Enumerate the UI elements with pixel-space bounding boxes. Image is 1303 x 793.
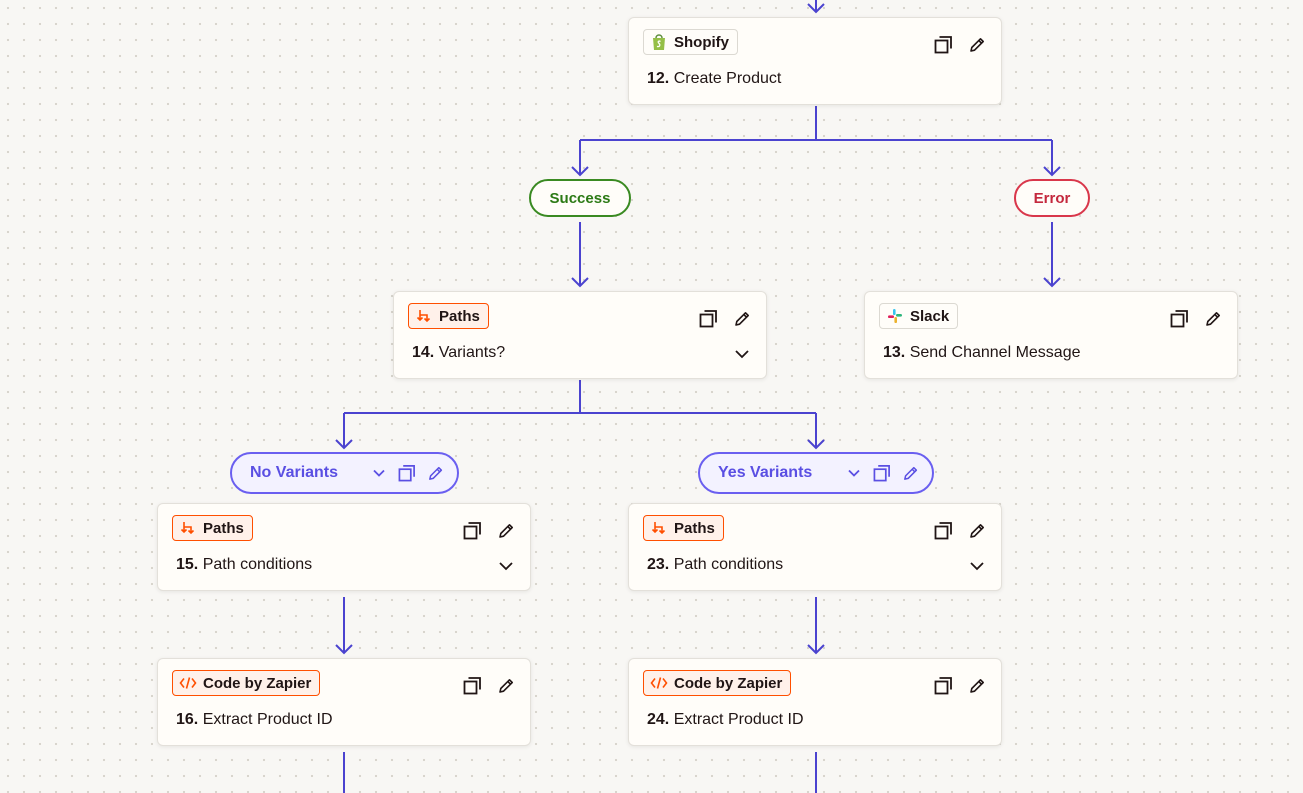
step-title: 13. Send Channel Message bbox=[883, 344, 1081, 361]
chevron-down-icon[interactable] bbox=[844, 463, 864, 483]
edit-icon[interactable] bbox=[966, 34, 987, 55]
app-badge-slack: Slack bbox=[879, 303, 959, 329]
app-name: Paths bbox=[674, 519, 715, 537]
app-name: Shopify bbox=[674, 33, 729, 51]
chevron-down-icon[interactable] bbox=[369, 463, 389, 483]
duplicate-icon[interactable] bbox=[872, 463, 892, 483]
edit-icon[interactable] bbox=[731, 308, 752, 329]
app-badge-paths: Paths bbox=[172, 515, 253, 541]
step-title: 12. Create Product bbox=[647, 70, 782, 87]
paths-icon bbox=[650, 519, 668, 537]
step-title: 24. Extract Product ID bbox=[647, 711, 804, 728]
step-title: 16. Extract Product ID bbox=[176, 711, 333, 728]
app-badge-code-by-zapier: Code by Zapier bbox=[172, 670, 321, 696]
app-badge-paths: Paths bbox=[408, 303, 489, 329]
slack-icon bbox=[886, 307, 904, 325]
outcome-error-label[interactable]: Error bbox=[1014, 179, 1090, 217]
step-title: 15. Path conditions bbox=[176, 556, 313, 573]
app-badge-code-by-zapier: Code by Zapier bbox=[643, 670, 792, 696]
edit-icon[interactable] bbox=[966, 520, 987, 541]
chevron-down-icon[interactable] bbox=[734, 346, 750, 362]
paths-icon bbox=[179, 519, 197, 537]
outcome-success-label[interactable]: Success bbox=[529, 179, 631, 217]
step-card-14[interactable]: Paths 14. Variants? bbox=[393, 291, 767, 379]
edit-icon[interactable] bbox=[495, 675, 516, 696]
paths-icon bbox=[415, 307, 433, 325]
app-badge-paths: Paths bbox=[643, 515, 724, 541]
edit-icon[interactable] bbox=[966, 675, 987, 696]
duplicate-icon[interactable] bbox=[1169, 308, 1190, 329]
duplicate-icon[interactable] bbox=[933, 520, 954, 541]
edit-icon[interactable] bbox=[900, 463, 920, 483]
duplicate-icon[interactable] bbox=[698, 308, 719, 329]
code-icon bbox=[650, 674, 668, 692]
duplicate-icon[interactable] bbox=[933, 34, 954, 55]
step-card-15[interactable]: Paths 15. Path conditions bbox=[157, 503, 531, 591]
shopify-icon bbox=[650, 33, 668, 51]
edit-icon[interactable] bbox=[1202, 308, 1223, 329]
chevron-down-icon[interactable] bbox=[969, 558, 985, 574]
duplicate-icon[interactable] bbox=[462, 675, 483, 696]
step-title: 23. Path conditions bbox=[647, 556, 784, 573]
step-title: 14. Variants? bbox=[412, 344, 506, 361]
step-card-12[interactable]: Shopify 12. Create Product bbox=[628, 17, 1002, 105]
branch-label: No Variants bbox=[250, 464, 339, 481]
edit-icon[interactable] bbox=[495, 520, 516, 541]
edit-icon[interactable] bbox=[425, 463, 445, 483]
app-name: Paths bbox=[203, 519, 244, 537]
step-card-24[interactable]: Code by Zapier 24. Extract Product ID bbox=[628, 658, 1002, 746]
app-badge-shopify: Shopify bbox=[643, 29, 738, 55]
duplicate-icon[interactable] bbox=[397, 463, 417, 483]
branch-no-variants[interactable]: No Variants bbox=[230, 452, 459, 494]
duplicate-icon[interactable] bbox=[933, 675, 954, 696]
step-card-13[interactable]: Slack 13. Send Channel Message bbox=[864, 291, 1238, 379]
duplicate-icon[interactable] bbox=[462, 520, 483, 541]
step-card-23[interactable]: Paths 23. Path conditions bbox=[628, 503, 1002, 591]
branch-yes-variants[interactable]: Yes Variants bbox=[698, 452, 934, 494]
app-name: Paths bbox=[439, 307, 480, 325]
app-name: Slack bbox=[910, 307, 950, 325]
branch-label: Yes Variants bbox=[718, 464, 813, 481]
code-icon bbox=[179, 674, 197, 692]
app-name: Code by Zapier bbox=[203, 674, 312, 692]
step-card-16[interactable]: Code by Zapier 16. Extract Product ID bbox=[157, 658, 531, 746]
app-name: Code by Zapier bbox=[674, 674, 783, 692]
chevron-down-icon[interactable] bbox=[498, 558, 514, 574]
